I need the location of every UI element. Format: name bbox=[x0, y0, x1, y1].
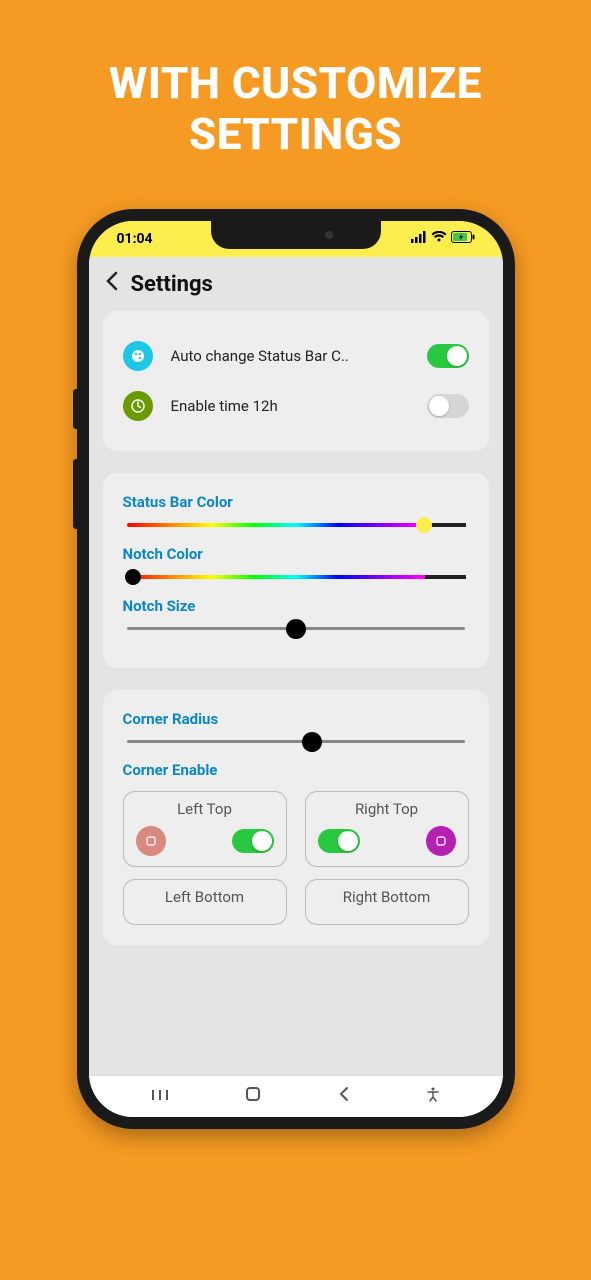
promo-line2: SETTINGS bbox=[109, 109, 482, 160]
auto-color-label: Auto change Status Bar C.. bbox=[171, 347, 409, 365]
corner-radius-thumb[interactable] bbox=[302, 732, 322, 752]
corner-right-top-toggle[interactable] bbox=[318, 829, 360, 853]
corner-radius-label: Corner Radius bbox=[123, 710, 469, 728]
corner-right-top-swatch[interactable] bbox=[426, 826, 456, 856]
time-12h-row: Enable time 12h bbox=[123, 381, 469, 431]
corner-enable-label: Corner Enable bbox=[123, 761, 469, 779]
notch-color-label: Notch Color bbox=[123, 545, 469, 563]
corner-right-bottom-label: Right Bottom bbox=[318, 888, 456, 906]
status-bar-color-slider[interactable] bbox=[123, 523, 469, 527]
android-navbar bbox=[89, 1075, 503, 1117]
auto-color-toggle[interactable] bbox=[427, 344, 469, 368]
time-12h-label: Enable time 12h bbox=[171, 397, 409, 415]
battery-icon bbox=[451, 231, 475, 247]
corner-card: Corner Radius Corner Enable Left Top bbox=[103, 690, 489, 945]
status-time: 01:04 bbox=[117, 231, 153, 247]
nav-back-icon[interactable] bbox=[338, 1086, 350, 1107]
corner-right-top: Right Top bbox=[305, 791, 469, 867]
accessibility-icon[interactable] bbox=[426, 1086, 440, 1107]
phone-screen: 01:04 Settings bbox=[89, 221, 503, 1117]
palette-icon bbox=[123, 341, 153, 371]
corner-left-top-swatch[interactable] bbox=[136, 826, 166, 856]
status-bar-color-thumb[interactable] bbox=[416, 517, 432, 533]
wifi-icon bbox=[431, 231, 447, 247]
status-bar: 01:04 bbox=[89, 221, 503, 257]
auto-color-row: Auto change Status Bar C.. bbox=[123, 331, 469, 381]
corner-right-top-label: Right Top bbox=[318, 800, 456, 818]
notch-size-label: Notch Size bbox=[123, 597, 469, 615]
signal-icon bbox=[411, 231, 427, 247]
promo-heading: WITH CUSTOMIZE SETTINGS bbox=[109, 58, 482, 159]
settings-content: Auto change Status Bar C.. Enable time 1… bbox=[89, 311, 503, 1075]
corner-top-row: Left Top Right Top bbox=[123, 791, 469, 867]
home-icon[interactable] bbox=[245, 1086, 261, 1107]
corner-left-bottom-label: Left Bottom bbox=[136, 888, 274, 906]
page-title: Settings bbox=[131, 272, 213, 297]
corner-left-top-toggle[interactable] bbox=[232, 829, 274, 853]
time-12h-toggle[interactable] bbox=[427, 394, 469, 418]
notch-color-thumb[interactable] bbox=[125, 569, 141, 585]
corner-left-top-label: Left Top bbox=[136, 800, 274, 818]
promo-line1: WITH CUSTOMIZE bbox=[109, 58, 482, 109]
status-icons bbox=[411, 231, 475, 247]
corner-left-bottom: Left Bottom bbox=[123, 879, 287, 925]
corner-right-bottom: Right Bottom bbox=[305, 879, 469, 925]
corner-left-top: Left Top bbox=[123, 791, 287, 867]
toggles-card: Auto change Status Bar C.. Enable time 1… bbox=[103, 311, 489, 451]
notch-size-thumb[interactable] bbox=[286, 619, 306, 639]
clock-icon bbox=[123, 391, 153, 421]
phone-frame: 01:04 Settings bbox=[77, 209, 515, 1129]
phone-notch bbox=[211, 221, 381, 249]
corner-radius-slider[interactable] bbox=[123, 740, 469, 743]
corner-bottom-row: Left Bottom Right Bottom bbox=[123, 879, 469, 925]
color-sliders-card: Status Bar Color Notch Color Notch Size bbox=[103, 473, 489, 668]
back-icon[interactable] bbox=[105, 271, 119, 297]
recent-apps-icon[interactable] bbox=[151, 1086, 169, 1107]
notch-size-slider[interactable] bbox=[123, 627, 469, 630]
status-bar-color-label: Status Bar Color bbox=[123, 493, 469, 511]
notch-color-slider[interactable] bbox=[123, 575, 469, 579]
